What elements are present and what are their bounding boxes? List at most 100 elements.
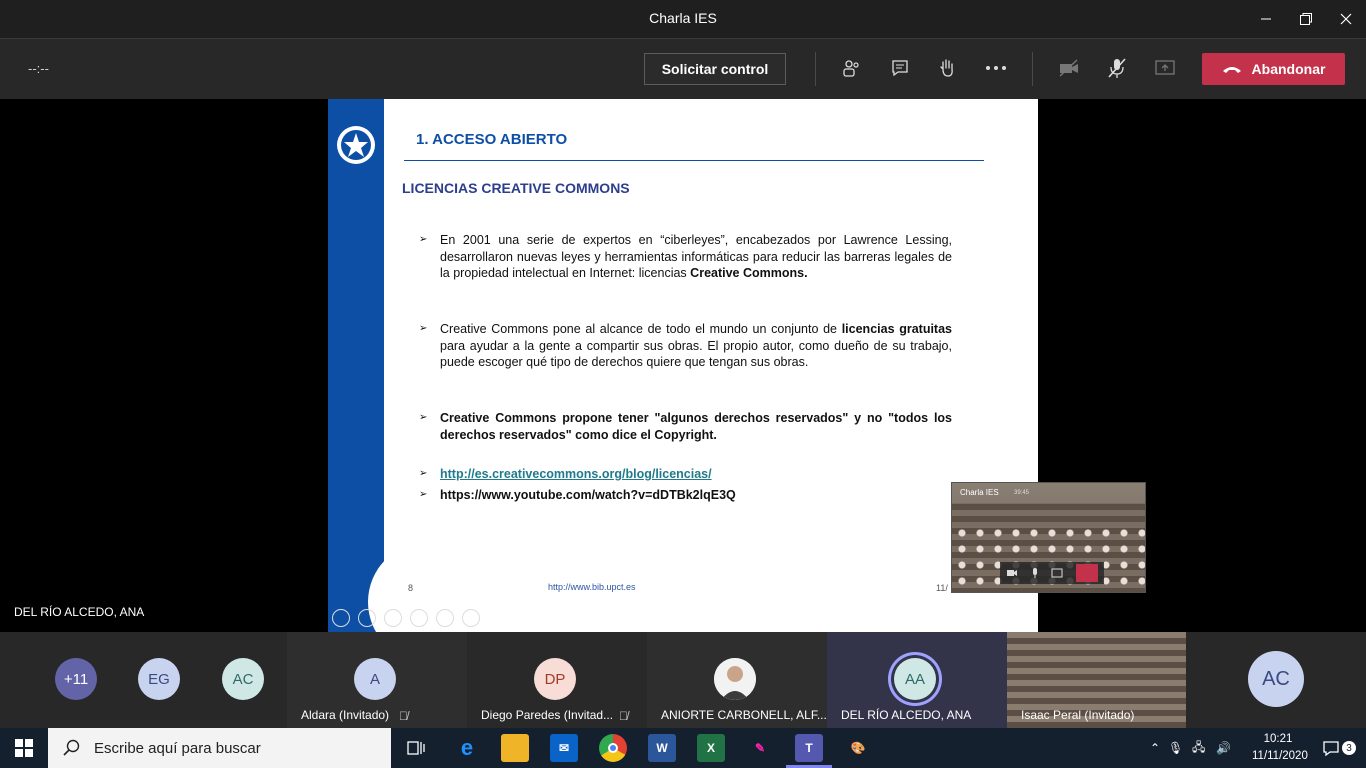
network-icon[interactable]: 🖧 bbox=[1192, 738, 1216, 759]
teams-app[interactable]: T bbox=[795, 734, 823, 762]
avatar[interactable]: EG bbox=[138, 658, 180, 700]
muted-mic-icon: 🎙̸ bbox=[619, 709, 628, 723]
creative-commons-link[interactable]: http://es.creativecommons.org/blog/licen… bbox=[440, 467, 712, 481]
pen-icon[interactable] bbox=[384, 609, 402, 627]
microphone-icon[interactable]: 🎙 bbox=[1168, 741, 1192, 755]
participant-video-tile[interactable]: Isaac Peral (Invitado) bbox=[1007, 632, 1186, 728]
participants-icon bbox=[843, 60, 859, 77]
camera-off-icon bbox=[1059, 59, 1078, 77]
more-participants-button[interactable]: +11 bbox=[55, 658, 97, 700]
pip-controls bbox=[1000, 562, 1104, 584]
paint3d-app[interactable]: ✎ bbox=[746, 734, 774, 762]
excel-icon: X bbox=[706, 741, 715, 755]
star-emblem-icon bbox=[341, 130, 371, 160]
bullet-bold-text: Creative Commons propone tener "algunos … bbox=[440, 411, 952, 442]
show-hidden-icons[interactable]: ⌃ bbox=[1150, 741, 1168, 755]
slide-subheading: LICENCIAS CREATIVE COMMONS bbox=[402, 180, 630, 196]
minimize-icon bbox=[1261, 18, 1271, 20]
avatar-photo bbox=[714, 658, 756, 700]
picture-in-picture-video[interactable]: Charla IES 39:45 bbox=[951, 482, 1146, 593]
avatar: DP bbox=[534, 658, 576, 700]
slides-overview-icon[interactable] bbox=[410, 609, 428, 627]
more-icon[interactable] bbox=[462, 609, 480, 627]
file-explorer-app[interactable] bbox=[501, 734, 529, 762]
excel-app[interactable]: X bbox=[697, 734, 725, 762]
close-button[interactable] bbox=[1326, 0, 1366, 38]
windows-taskbar: Escribe aquí para buscar e ✉ W X ✎ T 🎨 ⌃… bbox=[0, 728, 1366, 768]
participant-tile[interactable]: DP Diego Paredes (Invitad... 🎙̸ bbox=[467, 632, 647, 728]
call-timer: --:-- bbox=[28, 61, 49, 76]
avatar: AC bbox=[1248, 651, 1304, 707]
restore-button[interactable] bbox=[1286, 0, 1326, 38]
word-app[interactable]: W bbox=[648, 734, 676, 762]
participant-tile[interactable]: A Aldara (Invitado) 🎙̸ bbox=[287, 632, 467, 728]
avatar: AA bbox=[894, 658, 936, 700]
microphone-off-icon bbox=[1108, 58, 1126, 78]
taskbar-clock[interactable]: 10:21 11/11/2020 bbox=[1252, 731, 1308, 765]
leave-call-button[interactable]: Abandonar bbox=[1202, 53, 1345, 85]
participant-name: Aldara (Invitado) bbox=[301, 708, 390, 722]
participant-roster: +11 EG AC A Aldara (Invitado) 🎙̸ DP Dieg… bbox=[0, 632, 1366, 728]
search-placeholder: Escribe aquí para buscar bbox=[94, 739, 261, 757]
clock-time: 10:21 bbox=[1263, 733, 1293, 745]
slide-nav-controls bbox=[332, 609, 480, 627]
edge-app[interactable]: e bbox=[453, 734, 481, 762]
participant-tile[interactable]: ANIORTE CARBONELL, ALF... bbox=[647, 632, 827, 728]
task-view-button[interactable] bbox=[402, 734, 430, 762]
zoom-icon[interactable] bbox=[436, 609, 454, 627]
previous-slide-icon[interactable] bbox=[332, 609, 350, 627]
youtube-link[interactable]: https://www.youtube.com/watch?v=dDTBk2lq… bbox=[440, 488, 736, 502]
share-screen-button[interactable] bbox=[1153, 56, 1177, 80]
leave-call-label: Abandonar bbox=[1251, 61, 1326, 77]
system-tray: ⌃ 🎙 🖧 🔊 bbox=[1150, 728, 1240, 768]
request-control-button[interactable]: Solicitar control bbox=[644, 53, 786, 85]
participant-name: ANIORTE CARBONELL, ALF... bbox=[661, 708, 827, 722]
arrow-bullet-icon: ➢ bbox=[419, 412, 428, 423]
university-logo bbox=[337, 126, 375, 164]
microphone-button[interactable] bbox=[1105, 56, 1129, 80]
chat-button[interactable] bbox=[888, 56, 912, 80]
arrow-bullet-icon: ➢ bbox=[419, 468, 428, 479]
arrow-bullet-icon: ➢ bbox=[419, 234, 428, 245]
pip-hang-up-button[interactable] bbox=[1075, 564, 1098, 582]
arrow-bullet-icon: ➢ bbox=[419, 489, 428, 500]
action-center-button[interactable]: 3 bbox=[1322, 728, 1356, 768]
more-options-button[interactable] bbox=[984, 56, 1008, 80]
more-options-icon bbox=[986, 66, 1006, 70]
start-button[interactable] bbox=[10, 734, 38, 762]
participant-tile[interactable]: AC bbox=[1186, 632, 1366, 728]
next-slide-icon[interactable] bbox=[358, 609, 376, 627]
slide-footer-url: http://www.bib.upct.es bbox=[548, 582, 636, 592]
bullet-text: para ayudar a la gente a compartir sus o… bbox=[440, 338, 952, 370]
slide-number: 8 bbox=[408, 583, 414, 593]
avatar[interactable]: AC bbox=[222, 658, 264, 700]
camera-button[interactable] bbox=[1057, 56, 1081, 80]
window-title: Charla IES bbox=[649, 10, 717, 26]
volume-icon[interactable]: 🔊 bbox=[1216, 741, 1240, 755]
windows-logo-icon bbox=[15, 739, 33, 757]
minimize-button[interactable] bbox=[1246, 0, 1286, 38]
bullet-bold-text: licencias gratuitas bbox=[841, 322, 952, 336]
paint-app[interactable]: 🎨 bbox=[844, 734, 872, 762]
search-icon bbox=[63, 739, 80, 756]
restore-icon bbox=[1300, 13, 1312, 25]
share-screen-icon[interactable] bbox=[1051, 568, 1063, 578]
camera-off-icon[interactable] bbox=[1006, 568, 1018, 578]
participant-tile-active[interactable]: AA DEL RÍO ALCEDO, ANA bbox=[827, 632, 1007, 728]
raise-hand-button[interactable] bbox=[935, 56, 959, 80]
notifications-icon bbox=[1323, 741, 1339, 757]
chrome-app[interactable] bbox=[599, 734, 627, 762]
bullet-text: Creative Commons pone al alcance de todo… bbox=[440, 322, 842, 336]
presentation-slide: 1. ACCESO ABIERTO LICENCIAS CREATIVE COM… bbox=[328, 99, 1038, 632]
task-view-icon bbox=[407, 741, 425, 755]
microphone-icon[interactable] bbox=[1031, 567, 1039, 579]
arrow-bullet-icon: ➢ bbox=[419, 323, 428, 334]
mail-app[interactable]: ✉ bbox=[550, 734, 578, 762]
bullet-item: ➢ Creative Commons propone tener "alguno… bbox=[419, 410, 952, 443]
participant-name: Isaac Peral (Invitado) bbox=[1021, 708, 1135, 722]
participants-button[interactable] bbox=[839, 56, 863, 80]
close-icon bbox=[1340, 13, 1352, 25]
shared-content-stage: 1. ACCESO ABIERTO LICENCIAS CREATIVE COM… bbox=[0, 99, 1366, 632]
presenter-name: DEL RÍO ALCEDO, ANA bbox=[14, 605, 145, 619]
taskbar-search-box[interactable]: Escribe aquí para buscar bbox=[48, 728, 391, 768]
